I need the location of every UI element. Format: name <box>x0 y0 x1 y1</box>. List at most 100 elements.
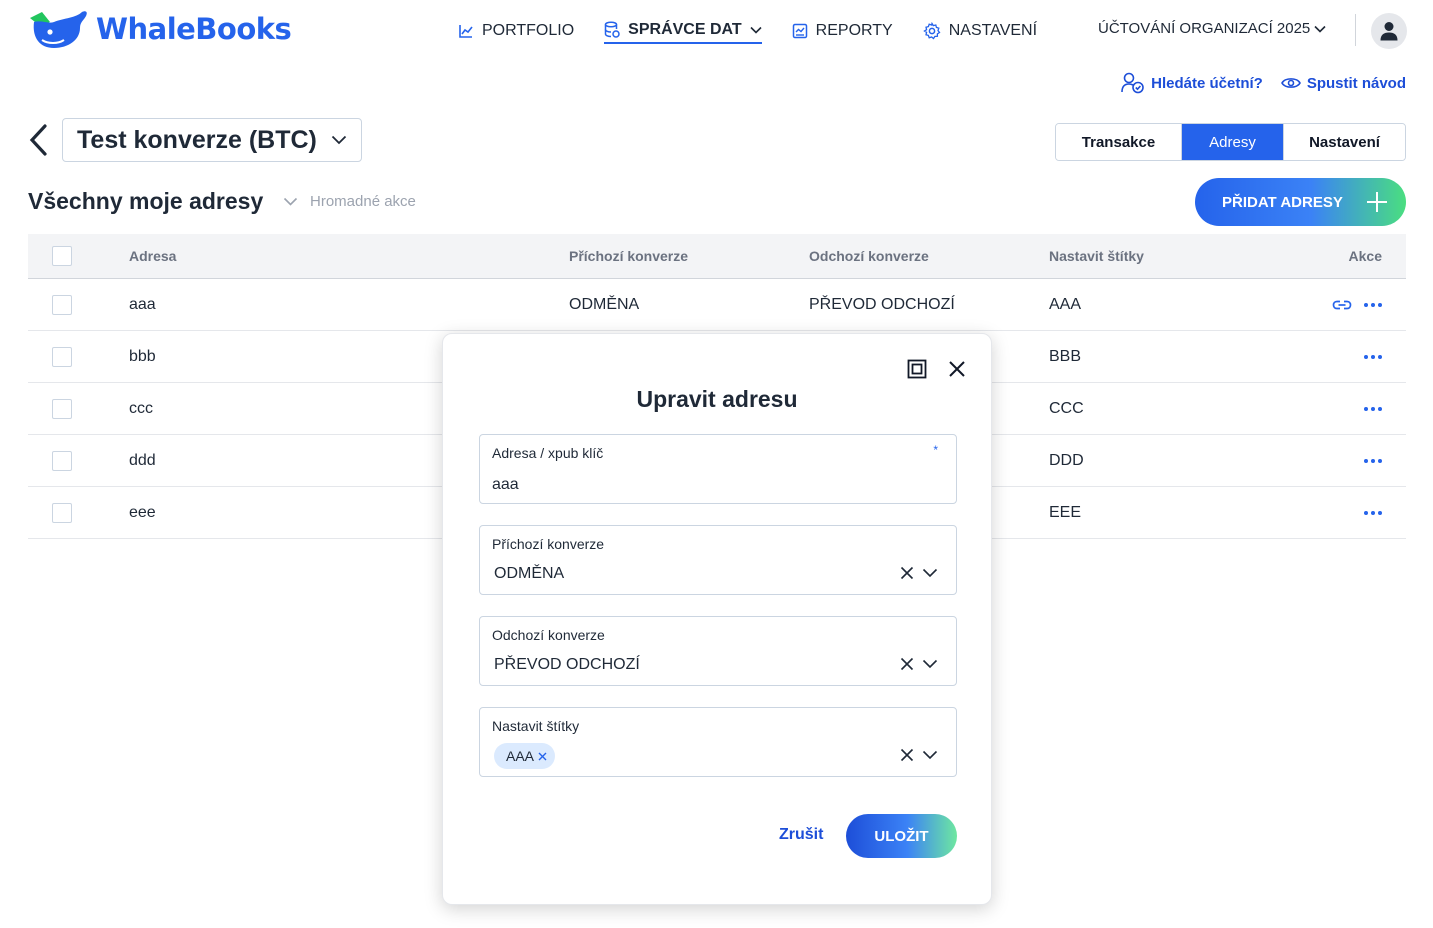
tags-select[interactable]: Nastavit štítky AAA <box>479 707 957 777</box>
report-icon <box>792 23 807 39</box>
more-actions-icon[interactable] <box>1364 351 1382 363</box>
find-accountant-link[interactable]: Hledáte účetní? <box>1121 72 1263 94</box>
maximize-icon[interactable] <box>907 359 927 379</box>
chevron-down-icon[interactable] <box>922 750 938 760</box>
nav-settings[interactable]: NASTAVENÍ <box>922 18 1038 44</box>
start-tour-link[interactable]: Spustit návod <box>1280 72 1406 94</box>
chevron-left-icon <box>29 124 47 156</box>
outgoing-conversion-value: PŘEVOD ODCHOZÍ <box>494 656 640 673</box>
tag-chip-label: AAA <box>506 748 535 764</box>
cell-tag: CCC <box>1049 399 1084 417</box>
modal-title: Upravit adresu <box>636 386 798 412</box>
add-addresses-label: PŘIDAT ADRESY <box>1222 193 1343 211</box>
save-button[interactable]: ULOŽIT <box>846 814 957 858</box>
address-field[interactable]: Adresa / xpub klíč * aaa <box>479 434 957 504</box>
nav-data-manager[interactable]: SPRÁVCE DAT <box>604 18 762 44</box>
row-actions <box>1364 403 1382 415</box>
cell-incoming: ODMĚNA <box>569 295 640 313</box>
header-divider <box>1355 14 1356 46</box>
outgoing-conversion-select[interactable]: Odchozí konverze PŘEVOD ODCHOZÍ <box>479 616 957 686</box>
chart-line-icon <box>459 25 473 38</box>
bulk-actions-label: Hromadné akce <box>310 193 416 210</box>
row-checkbox[interactable] <box>52 294 72 315</box>
header-incoming[interactable]: Příchozí konverze <box>569 248 688 264</box>
chevron-down-icon[interactable] <box>922 659 938 669</box>
header-outgoing[interactable]: Odchozí konverze <box>809 248 929 264</box>
more-actions-icon[interactable] <box>1364 299 1382 311</box>
more-actions-icon[interactable] <box>1364 507 1382 519</box>
nav-reports-label: REPORTY <box>815 22 893 39</box>
table-header: Adresa Příchozí konverze Odchozí konverz… <box>28 234 1406 279</box>
cell-tag: DDD <box>1049 451 1084 469</box>
wallet-select[interactable]: Test konverze (BTC) <box>62 118 362 162</box>
eye-icon <box>1280 78 1301 88</box>
cell-address: eee <box>129 503 156 521</box>
gear-icon <box>922 22 941 40</box>
back-button[interactable] <box>28 124 48 161</box>
tab-settings[interactable]: Nastavení <box>1283 124 1405 160</box>
app-logo[interactable]: WhaleBooks <box>28 8 292 50</box>
address-input[interactable]: aaa <box>492 476 519 494</box>
row-actions <box>1364 507 1382 519</box>
cell-tag: AAA <box>1049 295 1082 313</box>
header-address[interactable]: Adresa <box>129 248 176 264</box>
user-check-icon <box>1121 72 1144 94</box>
nav-reports[interactable]: REPORTY <box>792 18 893 44</box>
chevron-down-icon <box>750 26 762 34</box>
bulk-actions-dropdown[interactable]: Hromadné akce <box>283 193 416 210</box>
incoming-conversion-value: ODMĚNA <box>494 565 565 582</box>
row-checkbox[interactable] <box>52 450 72 471</box>
chevron-down-icon[interactable] <box>922 568 938 578</box>
plus-icon <box>1367 192 1387 212</box>
select-controls <box>900 657 938 671</box>
wallet-name: Test konverze (BTC) <box>77 125 317 154</box>
nav-data-manager-label: SPRÁVCE DAT <box>628 21 742 38</box>
row-actions <box>1364 351 1382 363</box>
cell-address: ddd <box>129 451 156 469</box>
required-mark: * <box>933 443 938 457</box>
whale-logo-icon <box>30 11 87 49</box>
modal-controls <box>907 359 967 379</box>
chevron-down-icon <box>1314 25 1326 33</box>
row-actions <box>1332 299 1382 311</box>
link-icon[interactable] <box>1332 299 1352 311</box>
row-checkbox[interactable] <box>52 398 72 419</box>
section-title: Všechny moje adresy <box>28 188 264 214</box>
row-checkbox[interactable] <box>52 502 72 523</box>
find-accountant-label: Hledáte účetní? <box>1151 74 1263 92</box>
cell-address: aaa <box>129 295 156 313</box>
select-controls <box>900 748 938 762</box>
cancel-button[interactable]: Zrušit <box>779 826 823 844</box>
user-avatar[interactable] <box>1371 13 1407 49</box>
nav-settings-label: NASTAVENÍ <box>948 22 1038 39</box>
clear-icon[interactable] <box>900 748 914 762</box>
more-actions-icon[interactable] <box>1364 403 1382 415</box>
tab-transactions[interactable]: Transakce <box>1056 124 1181 160</box>
tab-addresses[interactable]: Adresy <box>1181 124 1283 160</box>
nav-portfolio-label: PORTFOLIO <box>482 22 575 39</box>
start-tour-label: Spustit návod <box>1306 74 1406 92</box>
cell-tag: EEE <box>1049 503 1082 521</box>
organization-select[interactable]: ÚČTOVÁNÍ ORGANIZACÍ 2025 <box>1098 20 1326 37</box>
remove-tag-icon[interactable] <box>538 752 547 761</box>
table-row[interactable]: aaa ODMĚNA PŘEVOD ODCHOZÍ AAA <box>28 279 1406 331</box>
clear-icon[interactable] <box>900 657 914 671</box>
incoming-conversion-select[interactable]: Příchozí konverze ODMĚNA <box>479 525 957 595</box>
add-addresses-button[interactable]: PŘIDAT ADRESY <box>1195 178 1406 226</box>
cell-tag: BBB <box>1049 347 1082 365</box>
select-all-checkbox[interactable] <box>52 246 72 266</box>
edit-address-modal: Upravit adresu Adresa / xpub klíč * aaa … <box>442 333 992 905</box>
select-controls <box>900 566 938 580</box>
user-icon <box>1380 22 1398 41</box>
app-name: WhaleBooks <box>96 12 292 46</box>
tag-chip: AAA <box>494 743 556 769</box>
close-icon[interactable] <box>947 359 967 379</box>
database-icon <box>604 21 620 38</box>
row-checkbox[interactable] <box>52 346 72 367</box>
tags-label: Nastavit štítky <box>492 718 580 734</box>
nav-portfolio[interactable]: PORTFOLIO <box>458 18 574 44</box>
more-actions-icon[interactable] <box>1364 455 1382 467</box>
header-tags[interactable]: Nastavit štítky <box>1049 248 1144 264</box>
cell-outgoing: PŘEVOD ODCHOZÍ <box>809 295 955 313</box>
clear-icon[interactable] <box>900 566 914 580</box>
